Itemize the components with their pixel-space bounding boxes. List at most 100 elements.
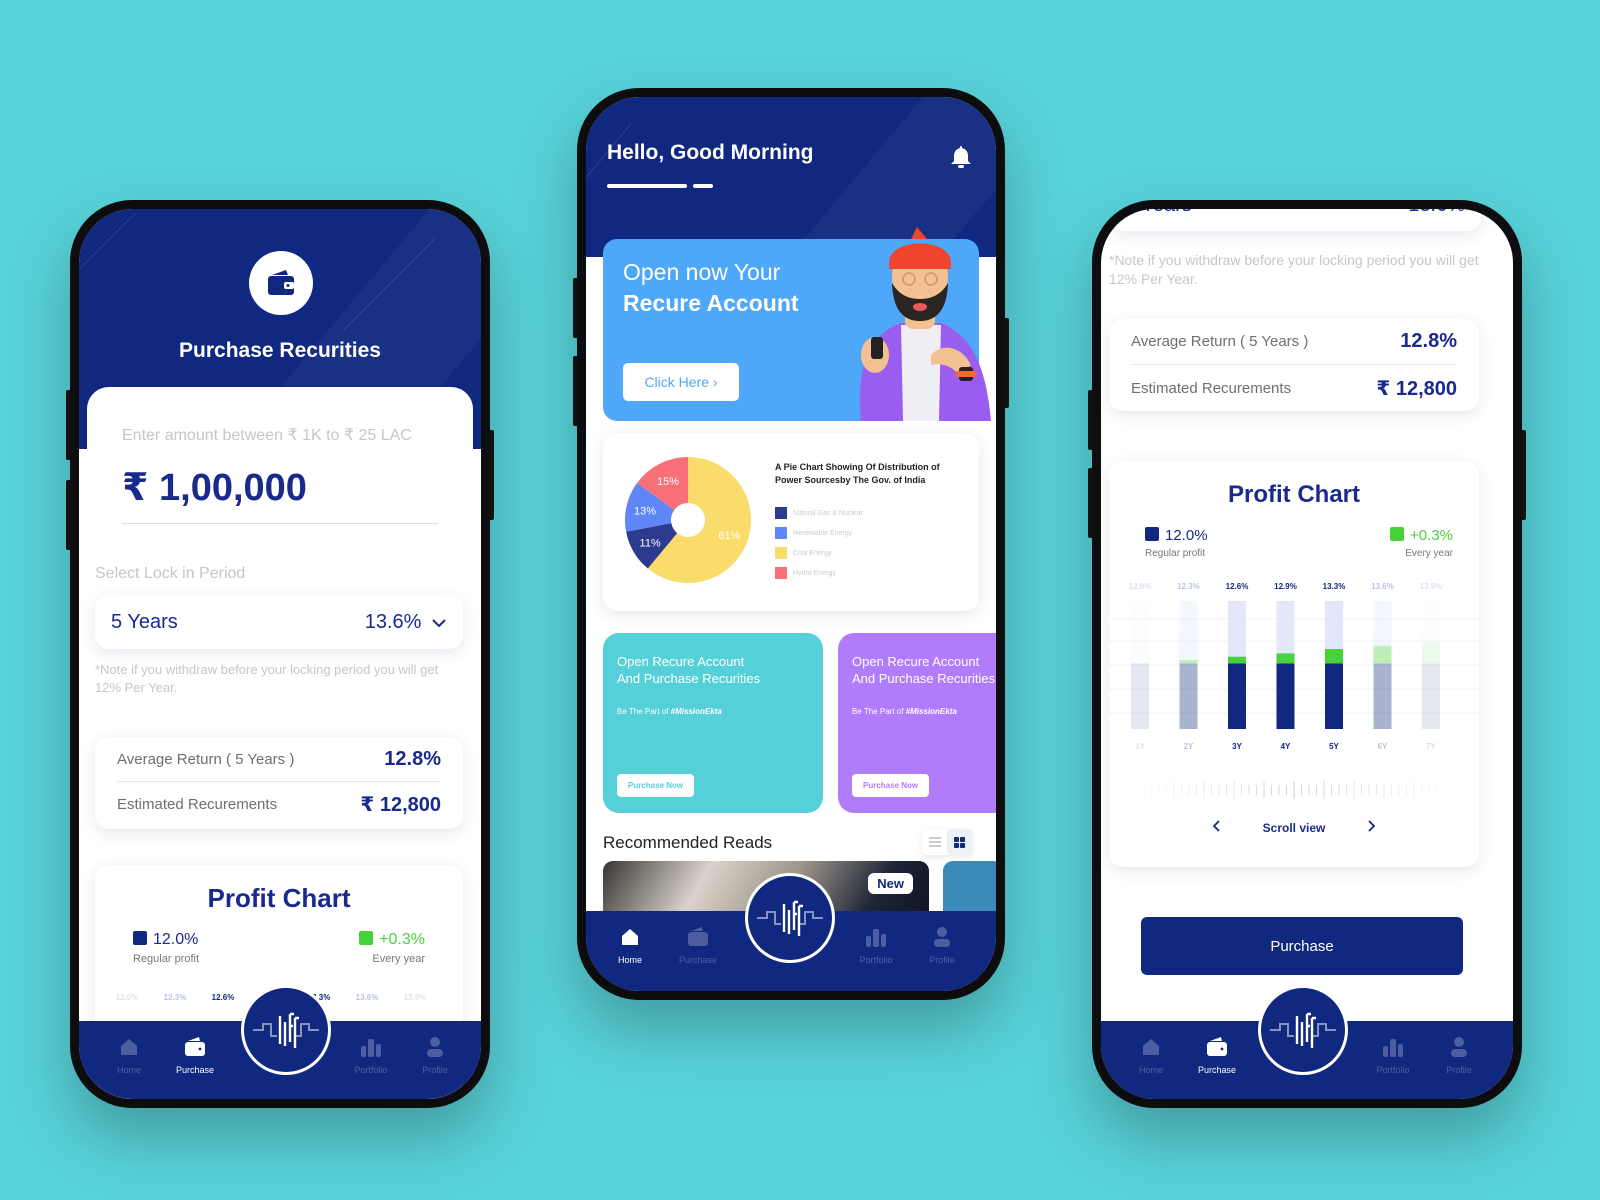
nav-home[interactable]: Home (600, 925, 660, 965)
amount-hint: Enter amount between ₹ 1K to ₹ 25 LAC (122, 427, 412, 444)
promo-title-line2: And Purchase Recurities (617, 671, 761, 686)
screen: 5 Years 13.6% *Note if you withdraw befo… (1101, 209, 1513, 1099)
bar-top-label: 12.6% (1226, 582, 1249, 591)
promo-title-line1: Open Recure Account (617, 654, 745, 669)
banner-line1: Open now Your (623, 259, 781, 285)
profit-bar-chart: 12.0% 1Y 12.3% 2Y 12.6% 3Y 12.9% 4Y 13.3% 5Y 13.6%… (1109, 582, 1479, 751)
amount-input[interactable]: ₹ 1,00,000 (122, 465, 307, 510)
purchase-now-button[interactable]: Purchase Now (852, 774, 930, 797)
life-logo-button[interactable] (1258, 985, 1348, 1075)
bar-top-label: 13.6% (355, 993, 379, 1002)
user-icon (1451, 1037, 1467, 1057)
notification-button[interactable] (950, 145, 972, 174)
phone-side-button (573, 278, 578, 338)
pie-legend-swatch (775, 547, 787, 559)
bar-top-label: 13.9% (1420, 582, 1443, 591)
legend-regular-label: Regular profit (133, 953, 200, 965)
nav-portfolio[interactable]: Portfolio (1363, 1035, 1423, 1075)
nav-profile[interactable]: Profile (1429, 1035, 1489, 1075)
home-icon (121, 1039, 137, 1055)
bar-x-label: 5Y (1329, 742, 1339, 751)
pie-title-line2: Power Sourcesby The Gov. of India (775, 475, 926, 485)
scroll-ruler[interactable] (1139, 779, 1449, 801)
pie-legend-label: Coal Energy (793, 549, 832, 557)
summary-card: Average Return ( 5 Years ) 12.8% Estimat… (95, 737, 463, 829)
bar-regular-profit (1422, 663, 1440, 729)
promo-banner: Open now Your Recure Account Click Here … (603, 227, 991, 421)
carousel-indicator[interactable] (693, 184, 713, 188)
bar-group-4Y[interactable] (1276, 601, 1295, 729)
pie-legend-swatch (775, 507, 787, 519)
decorative-line (79, 212, 136, 270)
legend-regular-value: 12.0% (153, 931, 199, 948)
carousel-indicator-active[interactable] (607, 184, 687, 188)
purchase-now-button[interactable]: Purchase Now (617, 774, 695, 797)
estimated-label: Estimated Recurements (117, 796, 278, 813)
screen: Hello, Good Morning Open now Your Recure… (586, 97, 996, 991)
list-view-button[interactable] (922, 829, 947, 855)
nav-profile[interactable]: Profile (405, 1035, 465, 1075)
promo-title-line2: And Purchase Recurities (852, 671, 996, 686)
bar-group-1Y[interactable] (1131, 601, 1149, 729)
nav-portfolio[interactable]: Portfolio (846, 925, 906, 965)
scroll-right-button[interactable] (1367, 819, 1376, 837)
click-here-button[interactable]: Click Here › (623, 363, 739, 401)
bar-x-label: 6Y (1378, 742, 1388, 751)
nav-portfolio[interactable]: Portfolio (341, 1035, 401, 1075)
scroll-left-button[interactable] (1212, 819, 1221, 837)
bar-chart-icon (1383, 1039, 1403, 1057)
pie-slice-label: 61% (718, 530, 740, 542)
legend-swatch-growth (359, 931, 374, 945)
avg-return-value: 12.8% (1400, 330, 1457, 352)
purchase-button[interactable]: Purchase (1141, 917, 1463, 975)
nav-profile-label: Profile (422, 1065, 448, 1075)
bar-group-3Y[interactable] (1228, 601, 1246, 729)
wallet-badge (249, 251, 313, 315)
nav-purchase[interactable]: Purchase (668, 925, 728, 965)
nav-home-label: Home (1138, 1065, 1163, 1075)
lock-period-select[interactable]: 5 Years 13.6% (95, 595, 463, 649)
bar-yearly-growth (1422, 642, 1440, 664)
bar-chart-icon (361, 1039, 381, 1057)
bar-group-7Y[interactable] (1422, 601, 1440, 729)
bar-top-label: 12.9% (1274, 582, 1297, 591)
grid-view-button[interactable] (947, 829, 972, 855)
nav-portfolio-label: Portfolio (354, 1065, 388, 1075)
pie-legend-swatch (775, 567, 787, 579)
nav-portfolio-label: Portfolio (859, 955, 893, 965)
lock-period-value: 5 Years (1125, 209, 1192, 217)
nav-profile-label: Profile (1446, 1065, 1472, 1075)
phone-profit-chart-screen: 5 Years 13.6% *Note if you withdraw befo… (1088, 200, 1526, 1108)
view-toggle (922, 829, 972, 855)
nav-profile[interactable]: Profile (912, 925, 972, 965)
lock-period-value: 5 Years (111, 610, 178, 633)
legend-swatch-regular (133, 931, 147, 945)
lock-period-select[interactable]: 5 Years 13.6% (1109, 209, 1481, 231)
bell-icon (951, 146, 971, 168)
bar-top-label: 12.3% (1177, 582, 1200, 591)
bar-group-5Y[interactable] (1325, 601, 1343, 729)
avg-return-value: 12.8% (384, 747, 441, 770)
nav-home[interactable]: Home (1121, 1035, 1181, 1075)
life-logo-button[interactable] (241, 985, 331, 1075)
nav-home[interactable]: Home (99, 1035, 159, 1075)
recommended-title: Recommended Reads (603, 833, 773, 852)
chevron-left-icon (1212, 820, 1220, 832)
bar-group-2Y[interactable] (1179, 601, 1198, 729)
phone-side-button (66, 480, 71, 550)
bar-group-6Y[interactable] (1373, 601, 1392, 729)
bar-yearly-growth (1179, 660, 1198, 664)
promo-hashtag: #MissionEkta (905, 707, 957, 716)
home-icon (622, 929, 638, 945)
bar-top-label: 13.6% (1371, 582, 1394, 591)
nav-purchase[interactable]: Purchase (1187, 1035, 1247, 1075)
nav-purchase[interactable]: Purchase (165, 1035, 225, 1075)
screen: Purchase Recurities Enter amount between… (79, 209, 481, 1099)
promo-sub-prefix: Be The Part of (617, 707, 671, 716)
life-logo-button[interactable] (745, 873, 835, 963)
nav-portfolio-label: Portfolio (1376, 1065, 1410, 1075)
page-title: Purchase Recurities (179, 339, 381, 362)
profit-chart-title: Profit Chart (207, 883, 351, 913)
life-logo-icon (757, 900, 823, 936)
legend-growth-value: +0.3% (1410, 527, 1453, 544)
